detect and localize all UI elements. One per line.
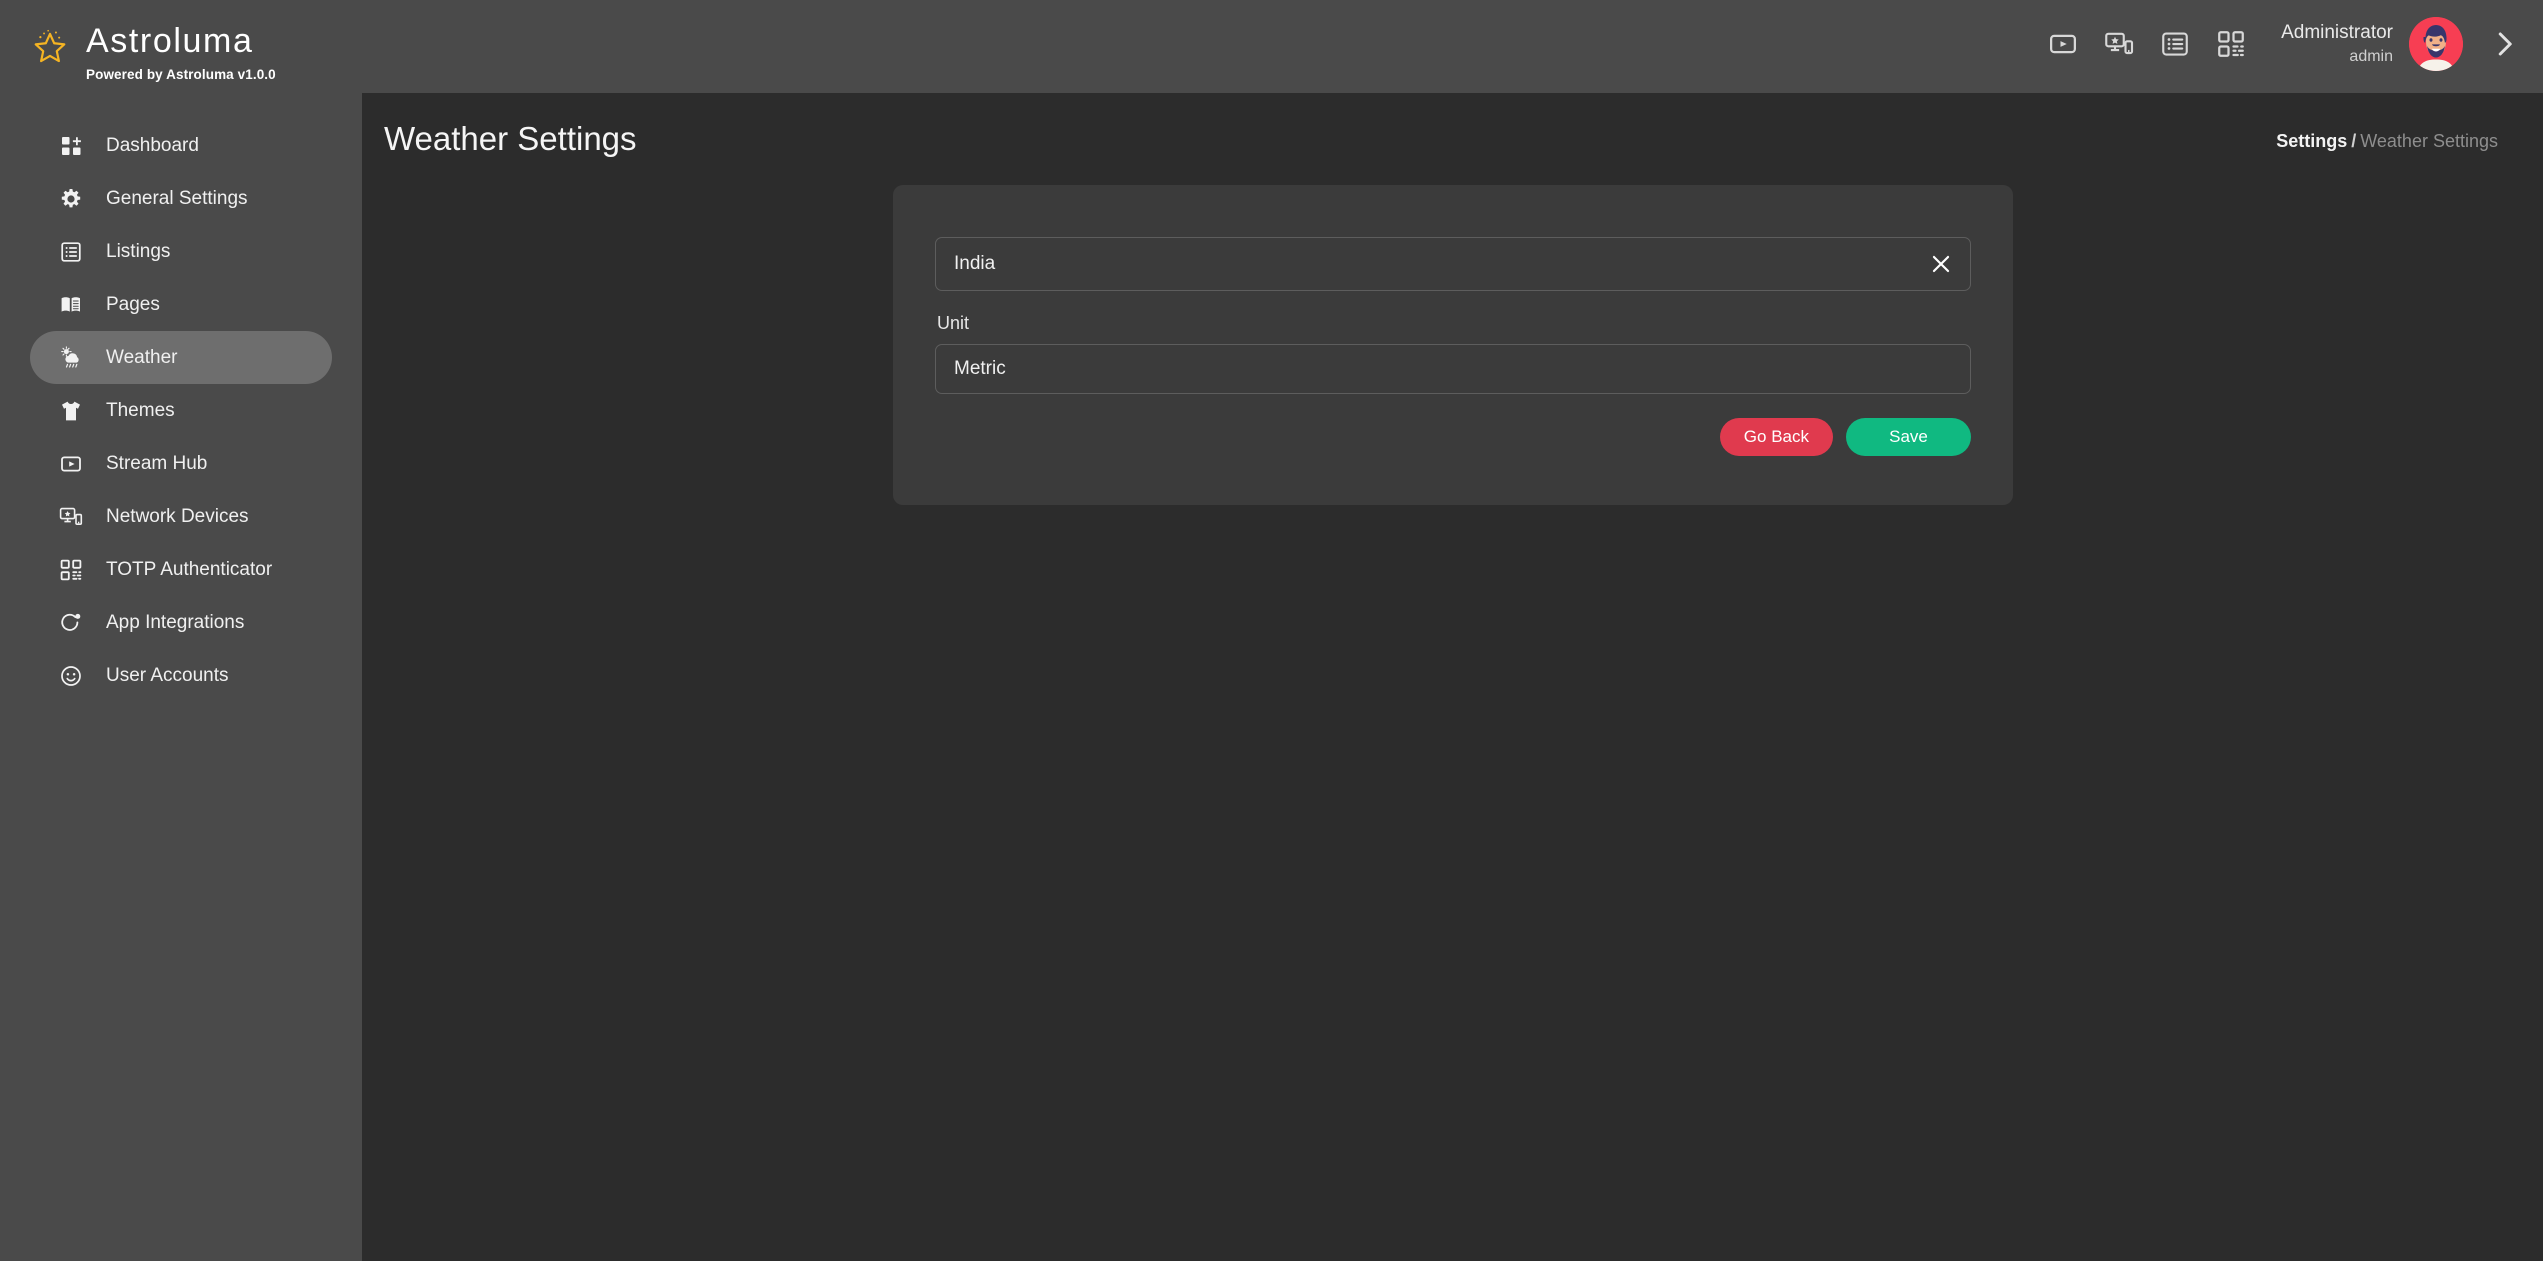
stream-hub-icon[interactable] bbox=[2047, 28, 2079, 60]
avatar[interactable] bbox=[2409, 17, 2463, 71]
chevron-right-icon[interactable] bbox=[2487, 27, 2521, 61]
gear-icon bbox=[58, 186, 84, 212]
qr-code-icon bbox=[58, 557, 84, 583]
breadcrumb-current: Weather Settings bbox=[2360, 131, 2498, 151]
breadcrumb: Settings/Weather Settings bbox=[2276, 113, 2498, 152]
close-icon[interactable] bbox=[1927, 250, 1955, 278]
main-content: Weather Settings Settings/Weather Settin… bbox=[362, 93, 2543, 1261]
go-back-button[interactable]: Go Back bbox=[1720, 418, 1833, 456]
user-role: admin bbox=[2349, 47, 2393, 67]
sidebar-item-user-accounts[interactable]: User Accounts bbox=[30, 649, 332, 702]
page-header: Weather Settings Settings/Weather Settin… bbox=[362, 93, 2543, 171]
page-title: Weather Settings bbox=[384, 106, 637, 158]
sidebar-item-general-settings[interactable]: General Settings bbox=[30, 172, 332, 225]
sidebar-item-pages[interactable]: Pages bbox=[30, 278, 332, 331]
star-sparkle-icon bbox=[28, 22, 72, 66]
top-bar: Astroluma Powered by Astroluma v1.0.0 bbox=[0, 0, 2543, 93]
sidebar-item-label: Dashboard bbox=[106, 135, 199, 157]
brand-subtitle: Powered by Astroluma v1.0.0 bbox=[86, 67, 276, 82]
sidebar-item-weather[interactable]: Weather bbox=[30, 331, 332, 384]
weather-settings-card: India Unit Metric Go Back Save bbox=[893, 185, 2013, 505]
sidebar-item-label: App Integrations bbox=[106, 612, 244, 634]
sidebar-item-network-devices[interactable]: Network Devices bbox=[30, 490, 332, 543]
sidebar-item-label: Weather bbox=[106, 347, 177, 369]
sidebar-item-label: User Accounts bbox=[106, 665, 229, 687]
listings-icon[interactable] bbox=[2159, 28, 2191, 60]
brand-title: Astroluma bbox=[86, 22, 276, 60]
location-input[interactable]: India bbox=[935, 237, 1971, 291]
save-button[interactable]: Save bbox=[1846, 418, 1971, 456]
unit-label: Unit bbox=[937, 313, 1971, 334]
circle-dot-icon bbox=[58, 610, 84, 636]
list-icon bbox=[58, 239, 84, 265]
sidebar-item-app-integrations[interactable]: App Integrations bbox=[30, 596, 332, 649]
sidebar-item-label: Pages bbox=[106, 294, 160, 316]
sidebar-item-totp-authenticator[interactable]: TOTP Authenticator bbox=[30, 543, 332, 596]
monitor-phone-icon bbox=[58, 504, 84, 530]
user-info[interactable]: Administrator admin bbox=[2281, 21, 2393, 67]
breadcrumb-root[interactable]: Settings bbox=[2276, 131, 2347, 151]
totp-authenticator-icon[interactable] bbox=[2215, 28, 2247, 60]
breadcrumb-separator: / bbox=[2351, 131, 2356, 151]
brand-logo[interactable]: Astroluma Powered by Astroluma v1.0.0 bbox=[0, 0, 276, 82]
sidebar: Dashboard General Settings Listings bbox=[0, 93, 362, 1261]
play-box-icon bbox=[58, 451, 84, 477]
sidebar-item-dashboard[interactable]: Dashboard bbox=[30, 119, 332, 172]
sidebar-item-label: Network Devices bbox=[106, 506, 249, 528]
sidebar-item-label: Listings bbox=[106, 241, 170, 263]
user-circle-icon bbox=[58, 663, 84, 689]
location-field-wrap: India bbox=[935, 237, 1971, 291]
dashboard-grid-icon bbox=[58, 133, 84, 159]
unit-select[interactable]: Metric bbox=[935, 344, 1971, 394]
sidebar-item-label: Themes bbox=[106, 400, 175, 422]
sidebar-item-themes[interactable]: Themes bbox=[30, 384, 332, 437]
app-root: Astroluma Powered by Astroluma v1.0.0 bbox=[0, 0, 2543, 1261]
card-actions: Go Back Save bbox=[935, 418, 1971, 456]
sidebar-item-listings[interactable]: Listings bbox=[30, 225, 332, 278]
user-name: Administrator bbox=[2281, 21, 2393, 45]
sidebar-item-label: TOTP Authenticator bbox=[106, 559, 272, 581]
book-icon bbox=[58, 292, 84, 318]
network-devices-icon[interactable] bbox=[2103, 28, 2135, 60]
tshirt-icon bbox=[58, 398, 84, 424]
cloud-sun-rain-icon bbox=[58, 345, 84, 371]
top-bar-actions: Administrator admin bbox=[2035, 0, 2543, 70]
sidebar-item-label: Stream Hub bbox=[106, 453, 207, 475]
sidebar-item-label: General Settings bbox=[106, 188, 248, 210]
sidebar-item-stream-hub[interactable]: Stream Hub bbox=[30, 437, 332, 490]
